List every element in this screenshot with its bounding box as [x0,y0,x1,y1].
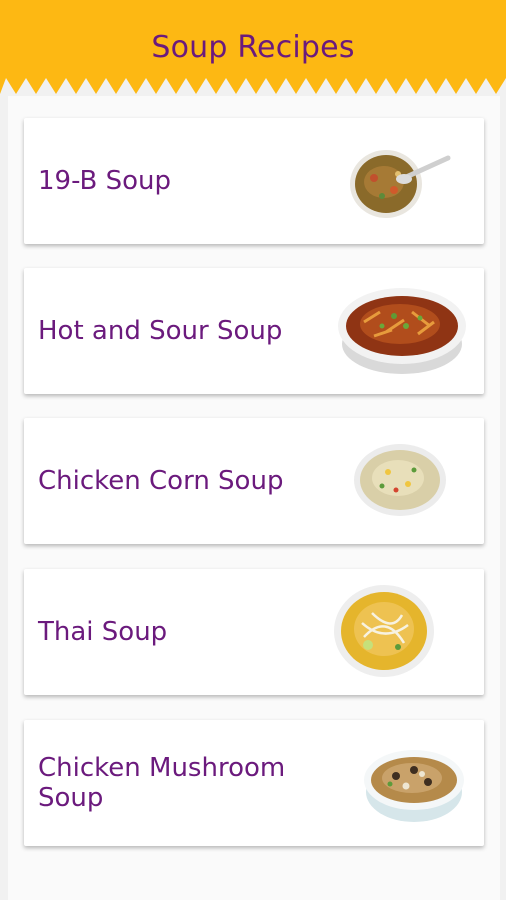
recipe-card-chicken-corn-soup[interactable]: Chicken Corn Soup [24,418,484,544]
recipe-title: 19-B Soup [38,166,172,196]
soup-bowl-icon [354,444,446,516]
soup-bowl-icon [338,288,466,374]
app-header: Soup Recipes [0,0,506,96]
recipe-card-19b-soup[interactable]: 19-B Soup [24,118,484,244]
recipe-title: Thai Soup [38,617,168,647]
recipe-card-chicken-mushroom-soup[interactable]: Chicken Mushroom Soup [24,720,484,846]
soup-bowl-icon [364,750,464,822]
soup-bowl-spoon-icon [350,150,451,218]
page-title: Soup Recipes [151,30,355,65]
recipe-title: Hot and Sour Soup [38,316,283,346]
soup-bowl-icon [334,585,434,677]
recipe-title: Chicken Mushroom Soup [38,753,286,813]
recipe-list[interactable]: 19-B Soup Hot and Sour Soup Chicken Corn… [8,96,500,900]
recipe-title: Chicken Corn Soup [38,466,284,496]
recipe-card-hot-and-sour-soup[interactable]: Hot and Sour Soup [24,268,484,394]
recipe-card-thai-soup[interactable]: Thai Soup [24,569,484,695]
